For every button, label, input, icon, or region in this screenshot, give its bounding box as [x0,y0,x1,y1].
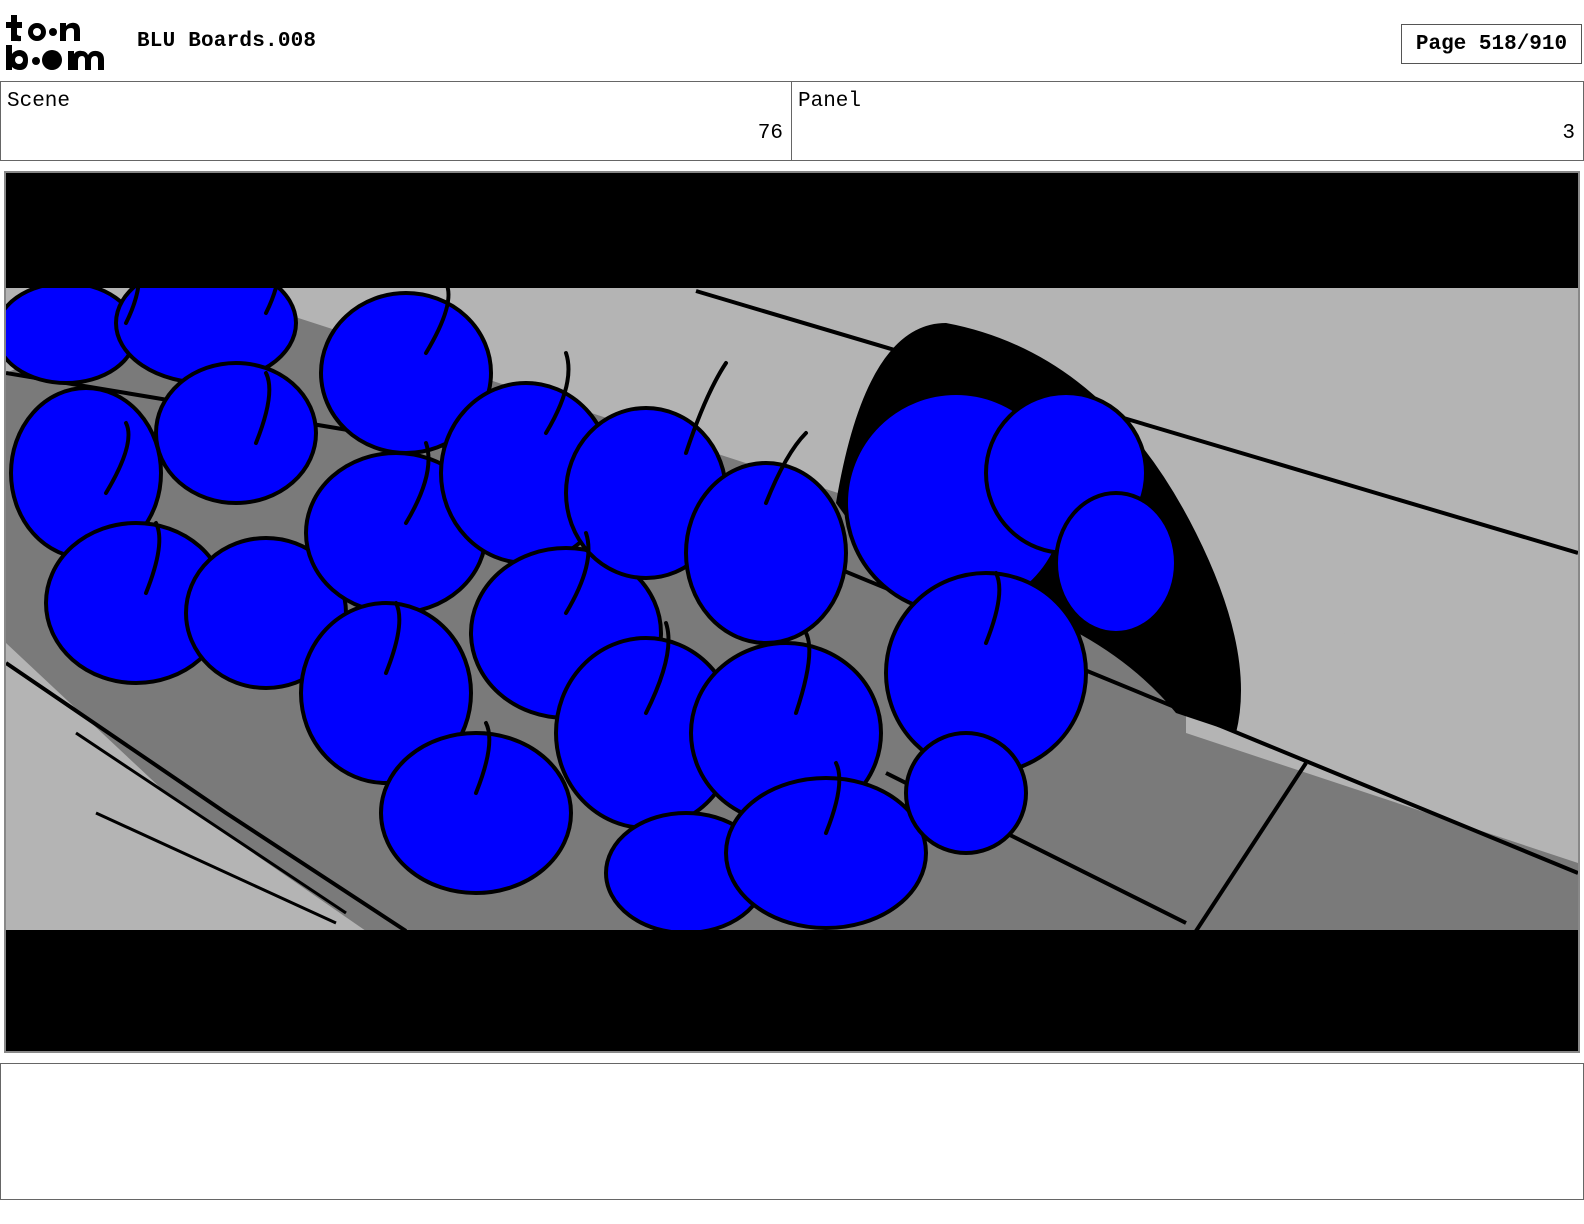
document-title: BLU Boards.008 [137,30,317,53]
storyboard-frame [4,171,1580,1053]
panel-label: Panel [798,90,862,113]
scene-number: 76 [757,122,783,145]
page-indicator-text: Page 518/910 [1415,32,1568,56]
scene-label: Scene [7,90,71,113]
panel-number: 3 [1562,122,1575,145]
notes-box[interactable] [0,1063,1584,1200]
toonboom-logo [4,12,116,76]
page-indicator: Page 518/910 [1401,24,1582,64]
storyboard-drawing [6,173,1578,1051]
scene-cell: Scene 76 [0,82,792,160]
scene-panel-row: Scene 76 Panel 3 [0,81,1584,161]
panel-cell: Panel 3 [792,82,1584,160]
scene-area [6,241,1578,935]
storyboard-page: BLU Boards.008 Page 518/910 Scene 76 Pan… [0,0,1584,1224]
